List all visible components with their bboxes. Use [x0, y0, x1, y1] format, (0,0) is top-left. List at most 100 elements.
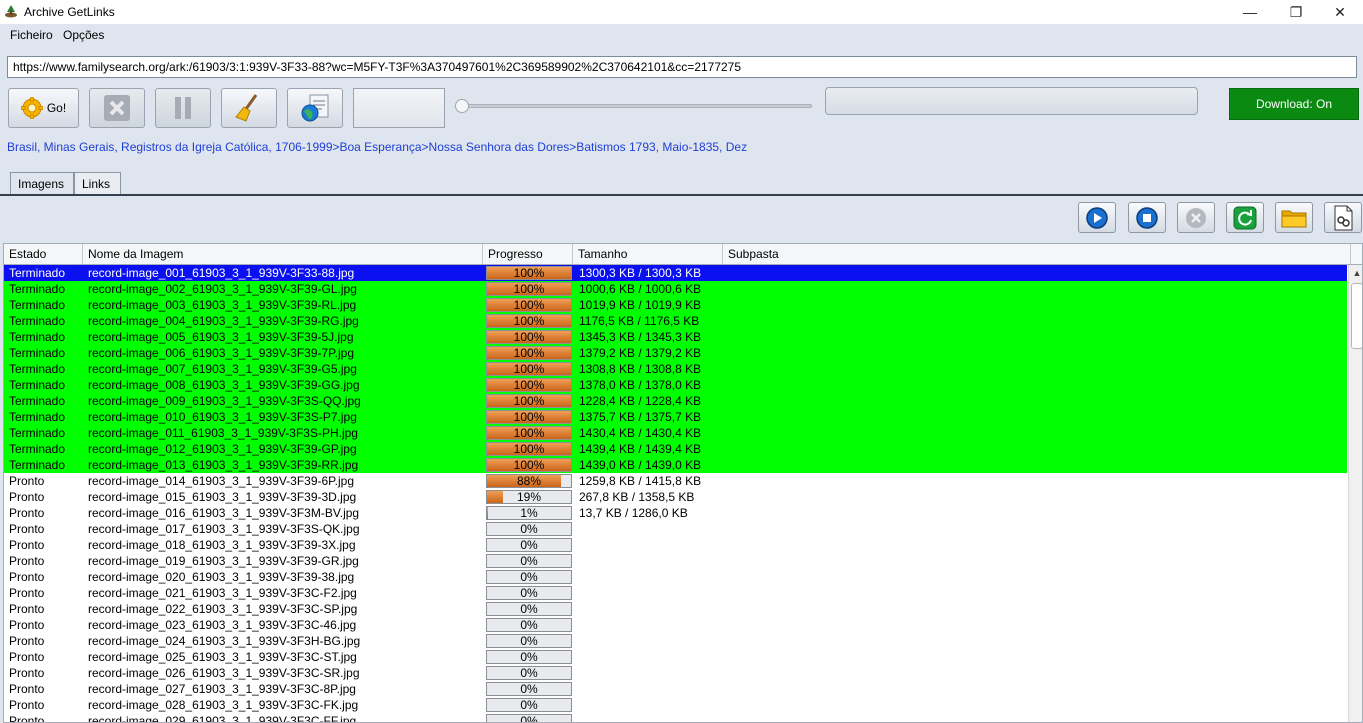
table-row[interactable]: Pronto record-image_029_61903_3_1_939V-3F…: [4, 713, 1347, 723]
table-row[interactable]: Pronto record-image_016_61903_3_1_939V-3F…: [4, 505, 1347, 521]
row-estado: Pronto: [9, 522, 45, 536]
row-nome: record-image_002_61903_3_1_939V-3F39-GL.…: [88, 282, 357, 296]
speed-slider-handle[interactable]: [455, 99, 469, 113]
table-row[interactable]: Terminado record-image_002_61903_3_1_939V…: [4, 281, 1347, 297]
table-row[interactable]: Terminado record-image_010_61903_3_1_939V…: [4, 409, 1347, 425]
table-row[interactable]: Pronto record-image_022_61903_3_1_939V-3F…: [4, 601, 1347, 617]
go-button[interactable]: Go!: [8, 88, 79, 128]
row-nome: record-image_020_61903_3_1_939V-3F39-38.…: [88, 570, 355, 584]
table-row[interactable]: Pronto record-image_025_61903_3_1_939V-3F…: [4, 649, 1347, 665]
row-nome: record-image_014_61903_3_1_939V-3F39-6P.…: [88, 474, 354, 488]
cancel-button[interactable]: [89, 88, 145, 128]
broom-icon: [235, 94, 258, 122]
pause-button[interactable]: [155, 88, 211, 128]
tab-links[interactable]: Links: [74, 172, 121, 194]
table-row[interactable]: Terminado record-image_009_61903_3_1_939V…: [4, 393, 1347, 409]
table-row[interactable]: Pronto record-image_019_61903_3_1_939V-3F…: [4, 553, 1347, 569]
row-nome: record-image_004_61903_3_1_939V-3F39-RG.…: [88, 314, 359, 328]
table-header: Estado Nome da Imagem Progresso Tamanho …: [4, 244, 1362, 265]
table-row[interactable]: Pronto record-image_028_61903_3_1_939V-3F…: [4, 697, 1347, 713]
refresh-button[interactable]: [1226, 202, 1264, 233]
breadcrumb[interactable]: Brasil, Minas Gerais, Registros da Igrej…: [7, 140, 747, 154]
web-button[interactable]: [287, 88, 343, 128]
row-progress-label: 0%: [520, 586, 538, 600]
table-row[interactable]: Terminado record-image_011_61903_3_1_939V…: [4, 425, 1347, 441]
row-progress-bar: 0%: [486, 618, 572, 632]
header-tamanho[interactable]: Tamanho: [573, 244, 723, 264]
row-progress-bar: 100%: [486, 330, 572, 344]
row-nome: record-image_005_61903_3_1_939V-3F39-5J.…: [88, 330, 354, 344]
row-progress-label: 0%: [520, 538, 538, 552]
row-progress-label: 100%: [513, 426, 545, 440]
refresh-icon: [1233, 206, 1257, 229]
scroll-thumb[interactable]: [1351, 283, 1362, 349]
clear-button[interactable]: [221, 88, 277, 128]
document-link-icon: [1334, 205, 1353, 230]
table-row[interactable]: Pronto record-image_023_61903_3_1_939V-3F…: [4, 617, 1347, 633]
download-toggle-button[interactable]: Download: On: [1229, 88, 1359, 120]
table-row[interactable]: Pronto record-image_014_61903_3_1_939V-3F…: [4, 473, 1347, 489]
row-tamanho: 267,8 KB / 1358,5 KB: [579, 490, 695, 504]
table-body: Terminado record-image_001_61903_3_1_939V…: [4, 265, 1347, 723]
row-progress-bar: 0%: [486, 650, 572, 664]
table-row[interactable]: Pronto record-image_015_61903_3_1_939V-3F…: [4, 489, 1347, 505]
row-estado: Terminado: [9, 346, 66, 360]
downloads-table: Estado Nome da Imagem Progresso Tamanho …: [3, 243, 1363, 723]
row-nome: record-image_019_61903_3_1_939V-3F39-GR.…: [88, 554, 359, 568]
table-row[interactable]: Terminado record-image_013_61903_3_1_939V…: [4, 457, 1347, 473]
row-nome: record-image_017_61903_3_1_939V-3F3S-QK.…: [88, 522, 360, 536]
table-row[interactable]: Pronto record-image_026_61903_3_1_939V-3F…: [4, 665, 1347, 681]
table-row[interactable]: Pronto record-image_027_61903_3_1_939V-3F…: [4, 681, 1347, 697]
table-row[interactable]: Pronto record-image_018_61903_3_1_939V-3F…: [4, 537, 1347, 553]
row-estado: Pronto: [9, 682, 45, 696]
remove-button[interactable]: [1177, 202, 1215, 233]
row-tamanho: 1300,3 KB / 1300,3 KB: [579, 266, 702, 280]
close-button[interactable]: ✕: [1317, 0, 1363, 24]
row-estado: Terminado: [9, 426, 66, 440]
table-row[interactable]: Terminado record-image_003_61903_3_1_939V…: [4, 297, 1347, 313]
header-nome[interactable]: Nome da Imagem: [83, 244, 483, 264]
stop-button[interactable]: [1128, 202, 1166, 233]
vertical-scrollbar[interactable]: ▲: [1348, 265, 1362, 722]
table-row[interactable]: Terminado record-image_008_61903_3_1_939V…: [4, 377, 1347, 393]
table-row[interactable]: Terminado record-image_007_61903_3_1_939V…: [4, 361, 1347, 377]
row-estado: Pronto: [9, 666, 45, 680]
tab-divider: [0, 194, 1363, 196]
row-progress-bar: 19%: [486, 490, 572, 504]
row-tamanho: 1378,0 KB / 1378,0 KB: [579, 378, 702, 392]
table-row[interactable]: Terminado record-image_006_61903_3_1_939V…: [4, 345, 1347, 361]
row-nome: record-image_021_61903_3_1_939V-3F3C-F2.…: [88, 586, 357, 600]
header-estado[interactable]: Estado: [4, 244, 83, 264]
table-row[interactable]: Terminado record-image_005_61903_3_1_939V…: [4, 329, 1347, 345]
row-progress-bar: 100%: [486, 394, 572, 408]
speed-slider-track[interactable]: [462, 104, 812, 108]
table-row[interactable]: Pronto record-image_017_61903_3_1_939V-3F…: [4, 521, 1347, 537]
table-row[interactable]: Terminado record-image_001_61903_3_1_939V…: [4, 265, 1347, 281]
row-nome: record-image_028_61903_3_1_939V-3F3C-FK.…: [88, 698, 359, 712]
table-row[interactable]: Terminado record-image_004_61903_3_1_939V…: [4, 313, 1347, 329]
row-tamanho: 1000,6 KB / 1000,6 KB: [579, 282, 702, 296]
url-input[interactable]: [7, 56, 1357, 78]
row-progress-label: 100%: [513, 442, 545, 456]
minimize-button[interactable]: —: [1227, 0, 1273, 24]
row-progress-bar: 0%: [486, 602, 572, 616]
table-row[interactable]: Terminado record-image_012_61903_3_1_939V…: [4, 441, 1347, 457]
menu-file[interactable]: Ficheiro: [10, 28, 53, 42]
header-progresso[interactable]: Progresso: [483, 244, 573, 264]
maximize-button[interactable]: ❐: [1273, 0, 1319, 24]
table-row[interactable]: Pronto record-image_024_61903_3_1_939V-3F…: [4, 633, 1347, 649]
table-row[interactable]: Pronto record-image_020_61903_3_1_939V-3F…: [4, 569, 1347, 585]
row-nome: record-image_003_61903_3_1_939V-3F39-RL.…: [88, 298, 357, 312]
row-nome: record-image_016_61903_3_1_939V-3F3M-BV.…: [88, 506, 360, 520]
row-nome: record-image_022_61903_3_1_939V-3F3C-SP.…: [88, 602, 358, 616]
scroll-up-icon[interactable]: ▲: [1349, 265, 1362, 281]
row-nome: record-image_027_61903_3_1_939V-3F3C-8P.…: [88, 682, 356, 696]
row-progress-label: 0%: [520, 714, 538, 723]
menu-options[interactable]: Opções: [63, 28, 104, 42]
export-links-button[interactable]: [1324, 202, 1362, 233]
play-button[interactable]: [1078, 202, 1116, 233]
table-row[interactable]: Pronto record-image_021_61903_3_1_939V-3F…: [4, 585, 1347, 601]
tab-imagens[interactable]: Imagens: [10, 172, 74, 195]
header-subpasta[interactable]: Subpasta: [723, 244, 1351, 264]
open-folder-button[interactable]: [1275, 202, 1313, 233]
